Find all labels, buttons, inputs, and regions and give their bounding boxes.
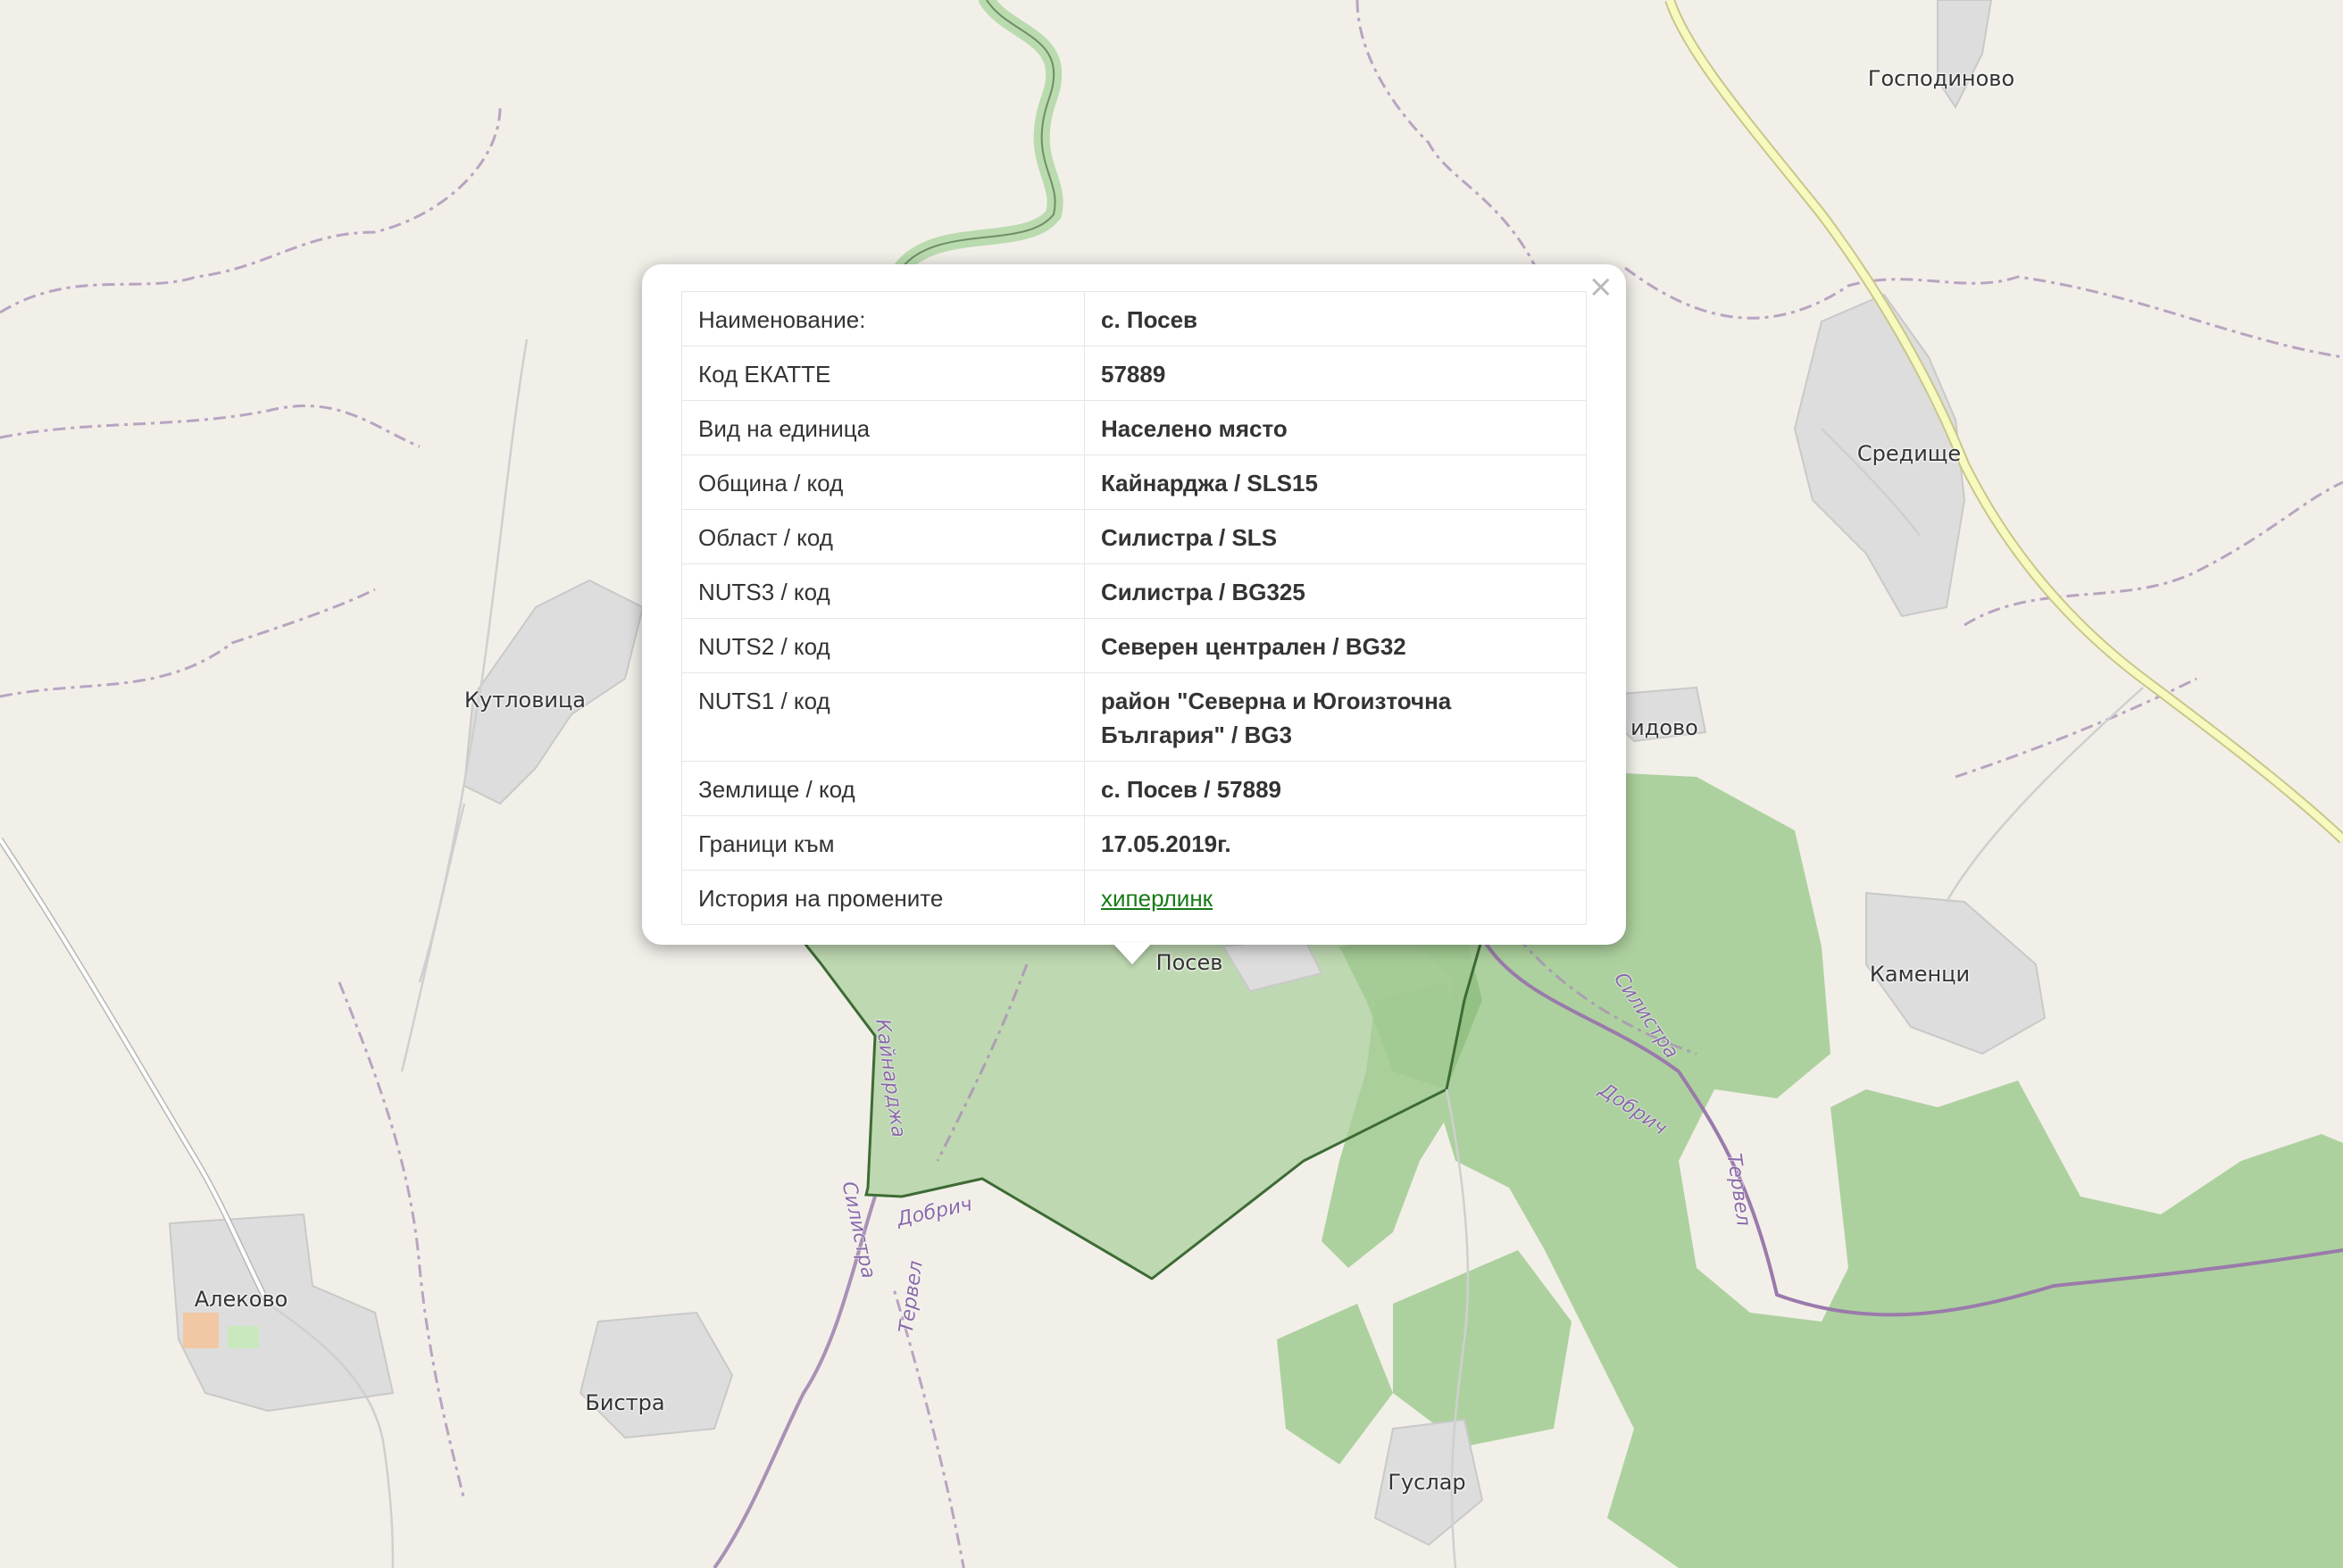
table-row: Землище / код с. Посев / 57889: [681, 761, 1587, 816]
row-label: Наименование:: [681, 291, 1085, 346]
table-row: Община / код Кайнарджа / SLS15: [681, 455, 1587, 510]
row-label: Вид на единица: [681, 400, 1085, 455]
attributes-table: Наименование: с. Посев Код ЕКАТТЕ 57889 …: [681, 291, 1587, 925]
row-value: хиперлинк: [1084, 870, 1587, 925]
row-value: 17.05.2019г.: [1084, 815, 1587, 871]
row-label: NUTS3 / код: [681, 563, 1085, 619]
table-row: Област / код Силистра / SLS: [681, 509, 1587, 564]
place-label-posev: Посев: [1155, 950, 1223, 975]
row-label: Област / код: [681, 509, 1085, 564]
row-label: Община / код: [681, 455, 1085, 510]
place-label-sreditse: Средище: [1856, 441, 1962, 466]
main-road: [1664, 0, 2343, 844]
row-value: Кайнарджа / SLS15: [1084, 455, 1587, 510]
table-row: Граници към 17.05.2019г.: [681, 815, 1587, 871]
history-link[interactable]: хиперлинк: [1101, 885, 1213, 912]
row-label: История на промените: [681, 870, 1085, 925]
row-value: с. Посев / 57889: [1084, 761, 1587, 816]
table-row: NUTS1 / код район "Северна и Югоизточна …: [681, 672, 1587, 762]
place-label-kutlovitsa: Кутловица: [463, 688, 587, 713]
place-label-alekovo: Алеково: [194, 1287, 288, 1312]
row-label: Код ЕКАТТЕ: [681, 346, 1085, 401]
row-value: Населено място: [1084, 400, 1587, 455]
table-row: NUTS3 / код Силистра / BG325: [681, 563, 1587, 619]
info-popup: × Наименование: с. Посев Код ЕКАТТЕ 5788…: [642, 264, 1626, 945]
row-value: район "Северна и Югоизточна България" / …: [1084, 672, 1587, 762]
row-label: NUTS1 / код: [681, 672, 1085, 762]
table-row: Вид на единица Населено място: [681, 400, 1587, 455]
table-row: История на промените хиперлинк: [681, 870, 1587, 925]
popup-tip: [1113, 943, 1152, 964]
table-row: Код ЕКАТТЕ 57889: [681, 346, 1587, 401]
place-label-guslar: Гуслар: [1388, 1470, 1466, 1495]
row-value: 57889: [1084, 346, 1587, 401]
close-icon[interactable]: ×: [1588, 271, 1614, 302]
table-row: NUTS2 / код Северен централен / BG32: [681, 618, 1587, 673]
place-label-bistra: Бистра: [585, 1390, 665, 1415]
place-label-kamentsi: Каменци: [1869, 962, 1971, 987]
table-row: Наименование: с. Посев: [681, 291, 1587, 346]
row-value: с. Посев: [1084, 291, 1587, 346]
row-value: Силистра / BG325: [1084, 563, 1587, 619]
row-label: Граници към: [681, 815, 1085, 871]
row-value: Северен централен / BG32: [1084, 618, 1587, 673]
row-label: Землище / код: [681, 761, 1085, 816]
place-label-gospodinovo: Господиново: [1867, 66, 2015, 91]
place-label-idovo: идово: [1630, 715, 1698, 740]
row-value: Силистра / SLS: [1084, 509, 1587, 564]
row-label: NUTS2 / код: [681, 618, 1085, 673]
